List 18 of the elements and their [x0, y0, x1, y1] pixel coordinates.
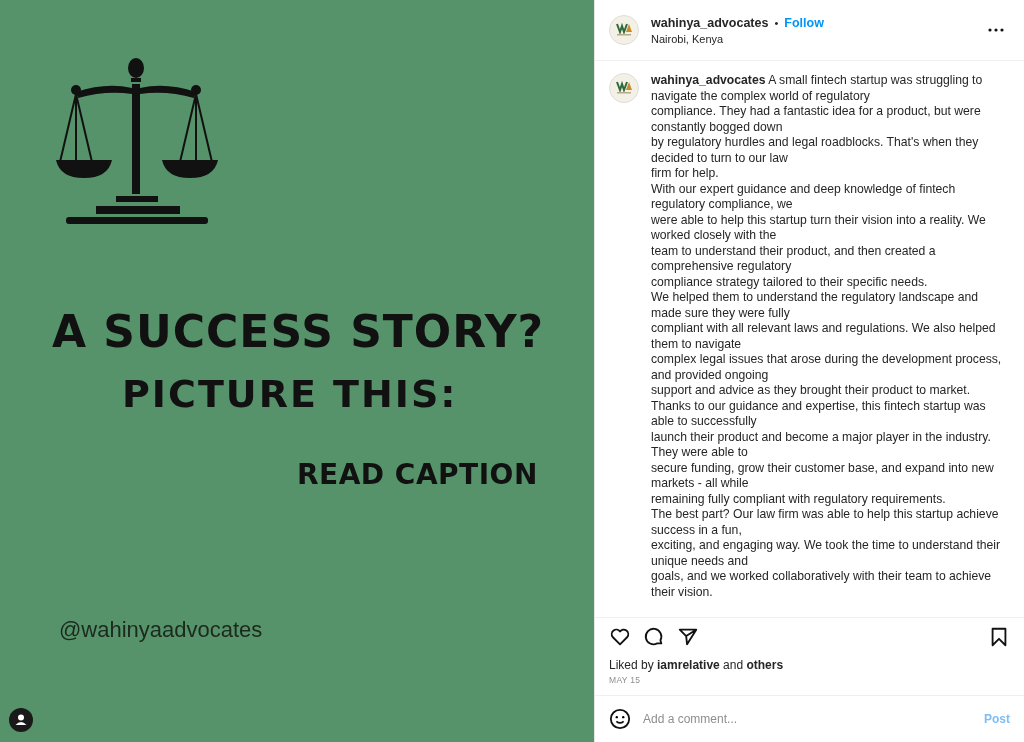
call-to-action: READ CAPTION — [297, 458, 538, 491]
more-options-icon[interactable] — [988, 28, 1004, 32]
share-icon[interactable] — [677, 626, 699, 648]
comment-icon[interactable] — [643, 626, 665, 648]
post-date: MAY 15 — [609, 675, 642, 685]
subheadline: PICTURE THIS: — [122, 372, 459, 416]
emoji-icon[interactable] — [609, 708, 631, 730]
caption-text: wahinya_advocates A small fintech startup was struggling to navigate the complex world of regulatory compliance. They had a fantastic idea for a product, but were constantly bogged down by regulatory hurdles and legal roadblocks. That's when they decided to turn to our law firm for help. With our expert guidance and deep knowledge of fintech regulatory compliance, we were able to help this startup turn their vision into a reality. We worked closely with the team to understand their product, and then created a comprehensive regulatory compliance strategy tailored to their specific needs. We helped them to understand the regulatory landscape and made sure they were fully compliant with all relevant laws and regulations. We also helped them to navigate complex legal issues that arose during the development process, and provided ongoing support and advice as they brought their product to market. Thanks to our guidance and expertise, this fintech startup was able to successfully launch their product and become a major player in the industry. They were able to secure funding, grow their customer base, and expand into new markets - all while remaining fully compliant with regulatory requirements. The best part? Our law firm was able to help this startup achieve success in a fun, exciting, and engaging way. We took the time to understand their unique needs and goals, and we worked collaboratively with their team to achieve their vision. — [651, 73, 1003, 601]
heart-icon[interactable] — [609, 626, 631, 648]
location[interactable]: Nairobi, Kenya — [651, 32, 976, 45]
avatar-icon[interactable] — [609, 15, 639, 45]
avatar-icon[interactable] — [609, 73, 639, 103]
handle-text: @wahinyaadvocates — [59, 617, 263, 643]
username[interactable]: wahinya_advocates — [651, 15, 769, 30]
separator: • — [774, 16, 779, 29]
user-icon[interactable] — [9, 708, 33, 732]
headline: A SUCCESS STORY? — [52, 306, 545, 358]
likes-text[interactable]: Liked by iamrelative and others — [609, 658, 1010, 672]
